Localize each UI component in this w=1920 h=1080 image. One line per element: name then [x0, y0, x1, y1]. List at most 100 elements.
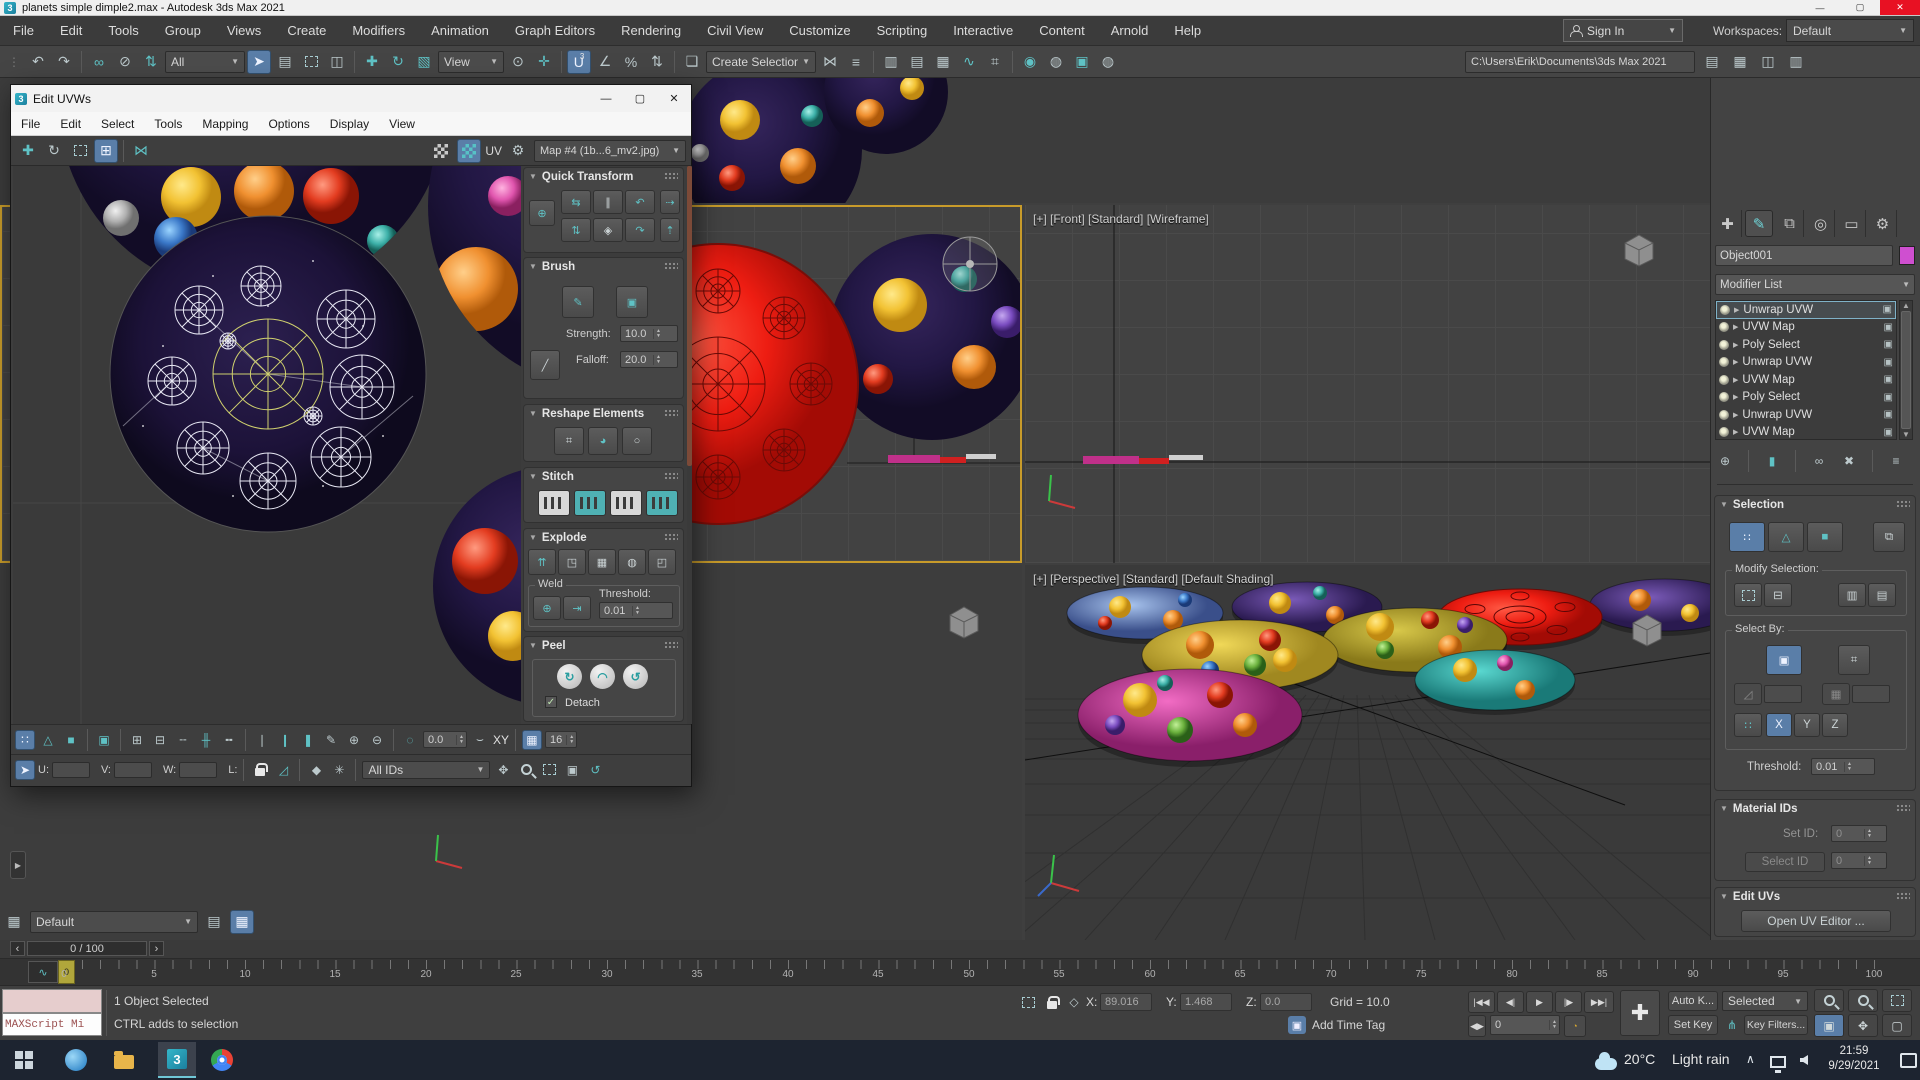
motion-tab[interactable]: ◎ [1807, 210, 1835, 237]
next-frame-icon[interactable]: › [149, 941, 164, 956]
uv-rotate-icon[interactable]: ↻ [42, 139, 66, 163]
space-horizontal-icon[interactable]: ⇅ [561, 218, 591, 242]
flatten-by-face-icon[interactable]: ▦ [588, 549, 616, 575]
uv-scale-icon[interactable] [68, 139, 92, 163]
viewport-front[interactable]: [+] [Front] [Standard] [Wireframe] [1025, 205, 1710, 563]
key-filters-button[interactable]: Key Filters... [1744, 1015, 1808, 1035]
object-name-field[interactable]: Object001 [1715, 245, 1893, 266]
reference-coordinate-dropdown[interactable]: View ▼ [438, 50, 504, 73]
paint-select-add-icon[interactable]: ⊕ [344, 730, 364, 750]
menu-group[interactable]: Group [152, 16, 214, 45]
uvw-maximize-icon[interactable]: ▢ [623, 86, 657, 112]
relax-element-icon[interactable]: ◕ [588, 427, 618, 455]
workspace-dropdown[interactable]: Default ▼ [1786, 19, 1914, 42]
time-tag-cube-icon[interactable]: ▣ [1288, 1016, 1306, 1034]
y-coordinate-field[interactable]: 1.468 [1180, 993, 1232, 1011]
set-id-spinner[interactable]: 0 ▲ ▼ [1831, 825, 1887, 842]
hierarchy-tab[interactable]: ⧉ [1776, 210, 1804, 237]
redo-icon[interactable]: ↷ [52, 50, 76, 74]
uvw-menu-tools[interactable]: Tools [144, 112, 192, 135]
modify-tab[interactable]: ✎ [1745, 210, 1773, 237]
quick-peel-icon[interactable]: ↻ [557, 664, 582, 689]
map-dropdown[interactable]: Map #4 (1b...6_mv2.jpg) ▼ [534, 139, 686, 162]
uv-mirror-icon[interactable]: ⋈ [129, 139, 153, 163]
select-id-spinner[interactable]: 0 ▲ ▼ [1831, 852, 1887, 869]
maximize-viewport-toggle-icon[interactable]: ▢ [1882, 1014, 1912, 1037]
zoom-viewport-icon[interactable] [1814, 989, 1844, 1012]
falloff-spinner[interactable]: 20.0 ▲ ▼ [620, 351, 678, 368]
weld-threshold-spinner[interactable]: 0.01 ▲ ▼ [599, 602, 673, 619]
select-by-cube-button[interactable]: ▣ [1766, 645, 1802, 675]
distribute-vertical-icon[interactable]: ⇡ [660, 218, 680, 242]
menu-scripting[interactable]: Scripting [864, 16, 941, 45]
menu-views[interactable]: Views [214, 16, 274, 45]
uvw-close-icon[interactable]: ✕ [657, 86, 691, 112]
stitch-source-icon[interactable] [574, 490, 606, 516]
shrink-uv-selection-icon[interactable]: ⊟ [150, 730, 170, 750]
v-field[interactable] [114, 761, 152, 778]
select-and-move-icon[interactable]: ✚ [360, 50, 384, 74]
minimize-icon[interactable]: — [1800, 0, 1840, 15]
modifier-gizmo-icon[interactable]: ▣ [1883, 304, 1892, 315]
edge-straighten-icon[interactable]: ⌗ [554, 427, 584, 455]
toggle-layer-explorer-icon[interactable]: ▤ [905, 50, 929, 74]
add-time-tag[interactable]: Add Time Tag [1312, 1018, 1385, 1032]
menu-interactive[interactable]: Interactive [940, 16, 1026, 45]
stack-scrollbar[interactable]: ▲ ▼ [1899, 300, 1913, 440]
select-by-normal-icon[interactable]: ∷ [1734, 713, 1762, 737]
modifier-stack-row[interactable]: ▶ Poly Select ▣ [1716, 336, 1896, 354]
modifier-visibility-icon[interactable] [1719, 392, 1729, 403]
previous-frame-icon[interactable]: ‹ [10, 941, 25, 956]
create-tab[interactable]: ✚ [1714, 210, 1742, 237]
select-y-button[interactable]: Y [1794, 713, 1820, 737]
falloff-shape-icon[interactable]: ⌣ [470, 730, 490, 750]
menu-file[interactable]: File [0, 16, 47, 45]
modifier-gizmo-icon[interactable]: ▣ [1884, 322, 1893, 333]
frame-step-icon[interactable]: ◀▶ [1468, 1015, 1486, 1037]
percent-snap-icon[interactable]: % [619, 50, 643, 74]
schematic-view-icon[interactable]: ⌗ [983, 50, 1007, 74]
make-unique-icon[interactable]: ∞ [1809, 451, 1829, 471]
use-pivot-point-icon[interactable]: ⊙ [506, 50, 530, 74]
object-color-swatch[interactable] [1899, 246, 1915, 265]
modifier-stack-row[interactable]: ▶ Unwrap UVW ▣ [1716, 301, 1896, 319]
menu-customize[interactable]: Customize [776, 16, 863, 45]
loop-extend-icon[interactable]: ╌ [173, 730, 193, 750]
uv-move-icon[interactable]: ✚ [16, 139, 40, 163]
detach-checkbox[interactable]: ✓ [545, 696, 557, 708]
expand-icon[interactable]: ▶ [1733, 428, 1738, 436]
taskbar-temperature[interactable]: 20°C [1624, 1051, 1655, 1067]
menu-help[interactable]: Help [1161, 16, 1214, 45]
unlink-selection-icon[interactable]: ⊘ [113, 50, 137, 74]
hide-selection-icon[interactable]: ◆ [306, 760, 326, 780]
matid-field[interactable] [1852, 685, 1890, 703]
toolbar-handle[interactable]: ⋮ [4, 52, 24, 72]
select-and-rotate-icon[interactable]: ↻ [386, 50, 410, 74]
uvw-menu-options[interactable]: Options [258, 112, 319, 135]
ring-extend-icon[interactable]: ❘ [252, 730, 272, 750]
uvw-menu-edit[interactable]: Edit [50, 112, 91, 135]
menu-arnold[interactable]: Arnold [1098, 16, 1162, 45]
x-coordinate-field[interactable]: 89.016 [1100, 993, 1152, 1011]
expand-icon[interactable]: ▶ [1733, 376, 1738, 384]
mini-curve-editor-icon[interactable]: ∿ [28, 961, 58, 983]
toggle-scene-explorer-icon[interactable]: ▥ [879, 50, 903, 74]
modifier-visibility-icon[interactable] [1719, 427, 1729, 438]
select-element-icon[interactable]: ▣ [94, 730, 114, 750]
modifier-gizmo-icon[interactable]: ▣ [1884, 374, 1893, 385]
key-filter-mode-dropdown[interactable]: Selected ▼ [1722, 991, 1808, 1011]
key-filter-icon[interactable]: ⋔ [1722, 1015, 1742, 1035]
falloff-curve-icon[interactable]: ╱ [530, 350, 560, 380]
current-frame-spinner[interactable]: 0 ▲ ▼ [1490, 1015, 1560, 1035]
stitch-average-icon[interactable] [610, 490, 642, 516]
close-icon[interactable]: ✕ [1880, 0, 1920, 15]
uvw-titlebar[interactable]: 3 Edit UVWs — ▢ ✕ [11, 85, 691, 112]
show-end-result-icon[interactable]: ▮ [1762, 451, 1782, 471]
flatten-custom-icon[interactable]: ◰ [648, 549, 676, 575]
align-vertical-icon[interactable]: ∥ [593, 190, 623, 214]
peel-header[interactable]: ▼ Peel [524, 637, 683, 654]
active-layer-dropdown[interactable]: Default ▼ [30, 910, 198, 933]
uvw-menu-select[interactable]: Select [91, 112, 144, 135]
sign-in-button[interactable]: Sign In ▼ [1563, 19, 1683, 42]
lock-selection-icon[interactable] [250, 760, 270, 780]
